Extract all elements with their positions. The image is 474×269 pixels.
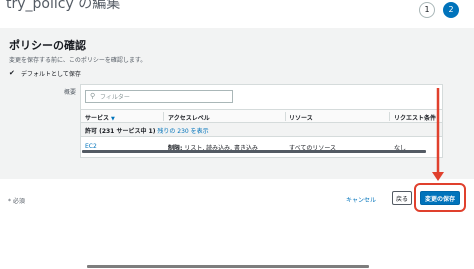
show-remaining-link[interactable]: 残りの 230 を表示 bbox=[157, 128, 208, 135]
cancel-button[interactable]: キャンセル bbox=[346, 195, 376, 204]
policy-summary-table: ⚲ サービス▼ アクセスレベル リソース リクエスト条件 許可 (231 サービ… bbox=[80, 84, 443, 158]
column-header-access-level[interactable]: アクセスレベル bbox=[168, 113, 210, 122]
table-header: サービス ▼ アクセスレベル リソース リクエスト条件 bbox=[81, 109, 442, 123]
step-indicator-1[interactable]: 1 bbox=[419, 2, 435, 18]
filter-box: ⚲ bbox=[85, 90, 233, 103]
column-divider bbox=[285, 112, 286, 121]
allowed-group-row: 許可 (231 サービス中 1) 残りの 230 を表示 bbox=[81, 123, 442, 137]
filter-input[interactable] bbox=[100, 92, 230, 102]
back-button[interactable]: 戻る bbox=[392, 191, 412, 205]
save-changes-button[interactable]: 変更の保存 bbox=[420, 191, 460, 205]
column-divider bbox=[389, 112, 390, 121]
column-header-resource[interactable]: リソース bbox=[289, 113, 313, 122]
group-summary: 許可 (231 サービス中 1) 残りの 230 を表示 bbox=[85, 128, 209, 135]
column-header-request-condition[interactable]: リクエスト条件 bbox=[394, 113, 436, 122]
search-icon: ⚲ bbox=[90, 92, 96, 100]
section-description: 変更を保存する前に、このポリシーを確認します。 bbox=[9, 57, 147, 64]
bottom-scrollbar[interactable] bbox=[87, 265, 369, 268]
checkmark-icon[interactable]: ✔ bbox=[9, 69, 15, 77]
service-link-ec2[interactable]: EC2 bbox=[85, 143, 97, 150]
page-title: try_policy の編集 bbox=[6, 0, 121, 12]
summary-label: 概要 bbox=[64, 89, 77, 96]
section-heading: ポリシーの確認 bbox=[9, 39, 86, 52]
horizontal-scrollbar[interactable] bbox=[82, 150, 426, 153]
column-divider bbox=[163, 112, 164, 121]
step-indicator-2[interactable]: 2 bbox=[443, 2, 459, 18]
column-header-service[interactable]: サービス ▼ bbox=[85, 113, 115, 122]
save-as-default-label[interactable]: デフォルトとして保存 bbox=[21, 69, 81, 78]
sort-down-icon[interactable]: ▼ bbox=[111, 116, 115, 122]
required-note: * 必須 bbox=[8, 198, 25, 205]
